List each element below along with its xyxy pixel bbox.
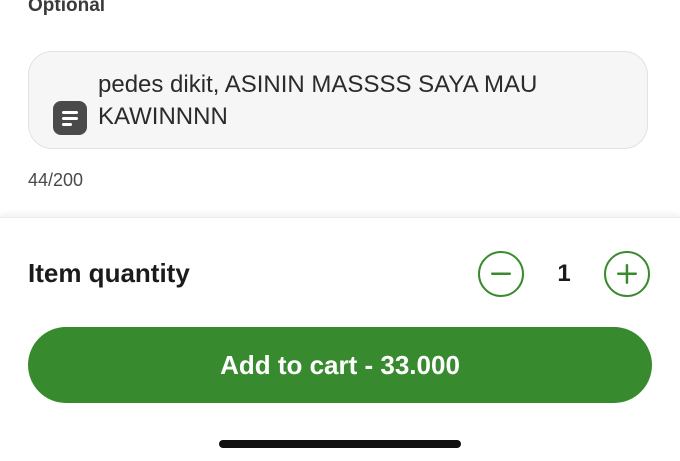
note-input-text[interactable]: pedes dikit, ASININ MASSSS SAYA MAU KAWI… [98, 69, 618, 133]
quantity-value: 1 [557, 260, 571, 287]
character-counter: 44/200 [28, 170, 84, 190]
add-to-cart-button[interactable]: Add to cart - 33.000 [28, 327, 652, 403]
minus-icon [491, 272, 511, 275]
notes-section-label: Optional [28, 0, 106, 16]
item-quantity-label: Item quantity [28, 258, 190, 288]
note-icon [53, 101, 87, 135]
plus-icon [617, 264, 637, 284]
add-item-page: Optional pedes dikit, ASININ MASSSS SAYA… [0, 0, 680, 461]
note-input-field[interactable]: pedes dikit, ASININ MASSSS SAYA MAU KAWI… [28, 51, 648, 149]
decrease-quantity-button[interactable] [478, 251, 524, 297]
increase-quantity-button[interactable] [604, 251, 650, 297]
bottom-action-bar: Item quantity 1 Add to cart - 33.000 [0, 217, 680, 461]
home-indicator[interactable] [219, 440, 461, 448]
